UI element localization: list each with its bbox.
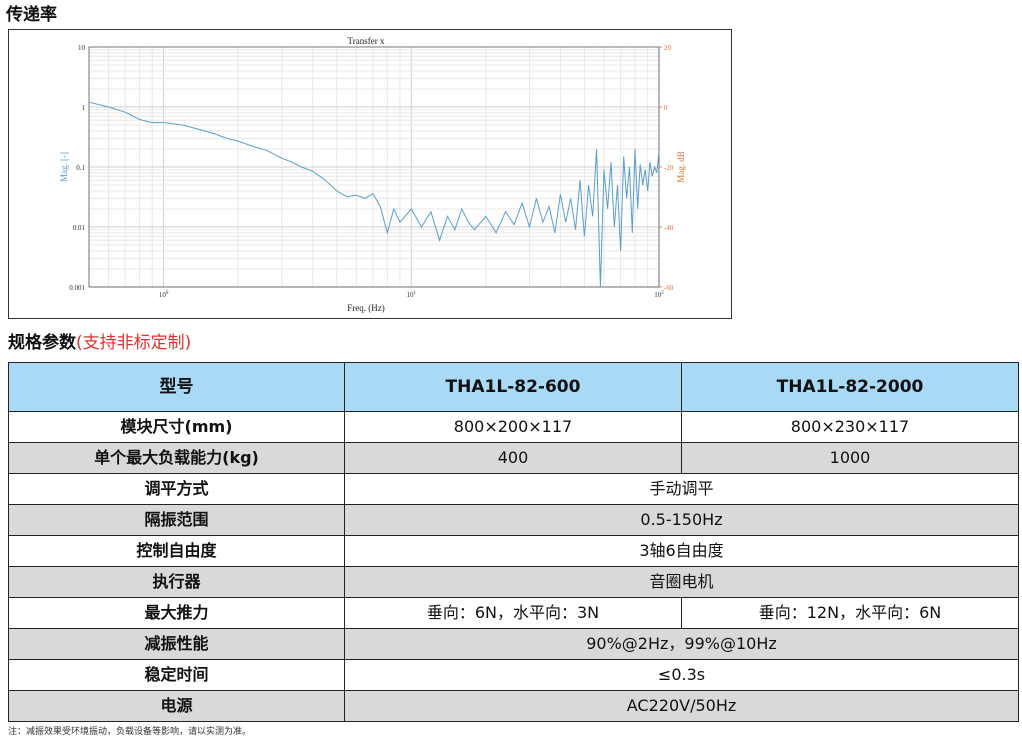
spec-heading-main: 规格参数 [8, 333, 76, 353]
spec-header-row: 型号 THA1L-82-600 THA1L-82-2000 [8, 362, 1019, 412]
spec-row-value: 90%@2Hz，99%@10Hz [344, 628, 1019, 660]
transfer-chart-svg: 1010.10.010.001200-20-40-60100 101 102Tran… [59, 36, 686, 313]
y-tick-label: 0.01 [73, 224, 86, 232]
y-tick-label: 1 [82, 104, 86, 112]
spec-row-label: 隔振范围 [8, 504, 345, 536]
spec-row: 稳定时间 ≤0.3s [8, 659, 1019, 691]
x-tick-label: 100 [159, 291, 169, 299]
spec-row: 控制自由度 3轴6自由度 [8, 535, 1019, 567]
transfer-chart: 10 1 0.1 0.01 0.001 20 0 -20 -40 -60 100 101 102 Tran… [8, 29, 732, 319]
y-right-tick-label: -20 [664, 164, 674, 172]
spec-row-label: 控制自由度 [8, 535, 345, 567]
chart-title: Transfer x [348, 36, 385, 46]
spec-row-value: 垂向：6N，水平向：3N [344, 597, 682, 629]
x-tick-label: 102 [654, 291, 664, 299]
spec-row-value: 400 [344, 442, 682, 474]
footnote: 注：减振效果受环境振动，负载设备等影响，请以实测为准。 [8, 727, 252, 737]
spec-heading: 规格参数(支持非标定制) [8, 328, 191, 353]
spec-table: 型号 THA1L-82-600 THA1L-82-2000 模块尺寸(mm) 800×2… [8, 362, 1019, 722]
transfer-heading: 传递率 [6, 5, 57, 25]
spec-row-label: 调平方式 [8, 473, 345, 505]
spec-row-label: 单个最大负载能力(kg) [8, 442, 345, 474]
y-right-tick-label: -40 [664, 224, 674, 232]
spec-row-label: 电源 [8, 690, 345, 722]
spec-row: 模块尺寸(mm) 800×200×117 800×230×117 [8, 411, 1019, 443]
header-model-2: THA1L-82-2000 [681, 362, 1019, 412]
spec-row: 隔振范围 0.5-150Hz [8, 504, 1019, 536]
spec-row: 电源 AC220V/50Hz [8, 690, 1019, 722]
header-model-1: THA1L-82-600 [344, 362, 682, 412]
spec-row: 单个最大负载能力(kg) 400 1000 [8, 442, 1019, 474]
x-axis-label: Freq. (Hz) [347, 303, 385, 313]
spec-row-value: 音圈电机 [344, 566, 1019, 598]
spec-row-value: 1000 [681, 442, 1019, 474]
spec-row-label: 最大推力 [8, 597, 345, 629]
spec-row-value: 0.5-150Hz [344, 504, 1019, 536]
y-tick-label: 10 [78, 44, 86, 52]
spec-heading-note: (支持非标定制) [76, 333, 192, 353]
spec-row-value: 垂向：12N，水平向：6N [681, 597, 1019, 629]
y-right-tick-label: -60 [664, 284, 674, 292]
spec-row: 执行器 音圈电机 [8, 566, 1019, 598]
spec-row-label: 模块尺寸(mm) [8, 411, 345, 443]
spec-row-label: 稳定时间 [8, 659, 345, 691]
y-right-tick-label: 0 [664, 104, 668, 112]
spec-row: 调平方式 手动调平 [8, 473, 1019, 505]
spec-row-label: 减振性能 [8, 628, 345, 660]
y-tick-label: 0.1 [76, 164, 85, 172]
y-right-tick-label: 20 [664, 44, 672, 52]
y-tick-label: 0.001 [69, 284, 85, 292]
transfer-series-line [88, 101, 660, 288]
spec-row: 减振性能 90%@2Hz，99%@10Hz [8, 628, 1019, 660]
spec-row-value: AC220V/50Hz [344, 690, 1019, 722]
spec-row-value: 3轴6自由度 [344, 535, 1019, 567]
spec-row-value: 800×230×117 [681, 411, 1019, 443]
spec-row: 最大推力 垂向：6N，水平向：3N 垂向：12N，水平向：6N [8, 597, 1019, 629]
spec-row-value: 手动调平 [344, 473, 1019, 505]
y-right-axis-label: Mag. dB [676, 151, 686, 183]
spec-row-value: 800×200×117 [344, 411, 682, 443]
spec-row-value: ≤0.3s [344, 659, 1019, 691]
spec-row-label: 执行器 [8, 566, 345, 598]
y-axis-label: Mag. [-] [59, 152, 69, 182]
x-tick-label: 101 [407, 291, 417, 299]
header-model-label: 型号 [8, 362, 345, 412]
